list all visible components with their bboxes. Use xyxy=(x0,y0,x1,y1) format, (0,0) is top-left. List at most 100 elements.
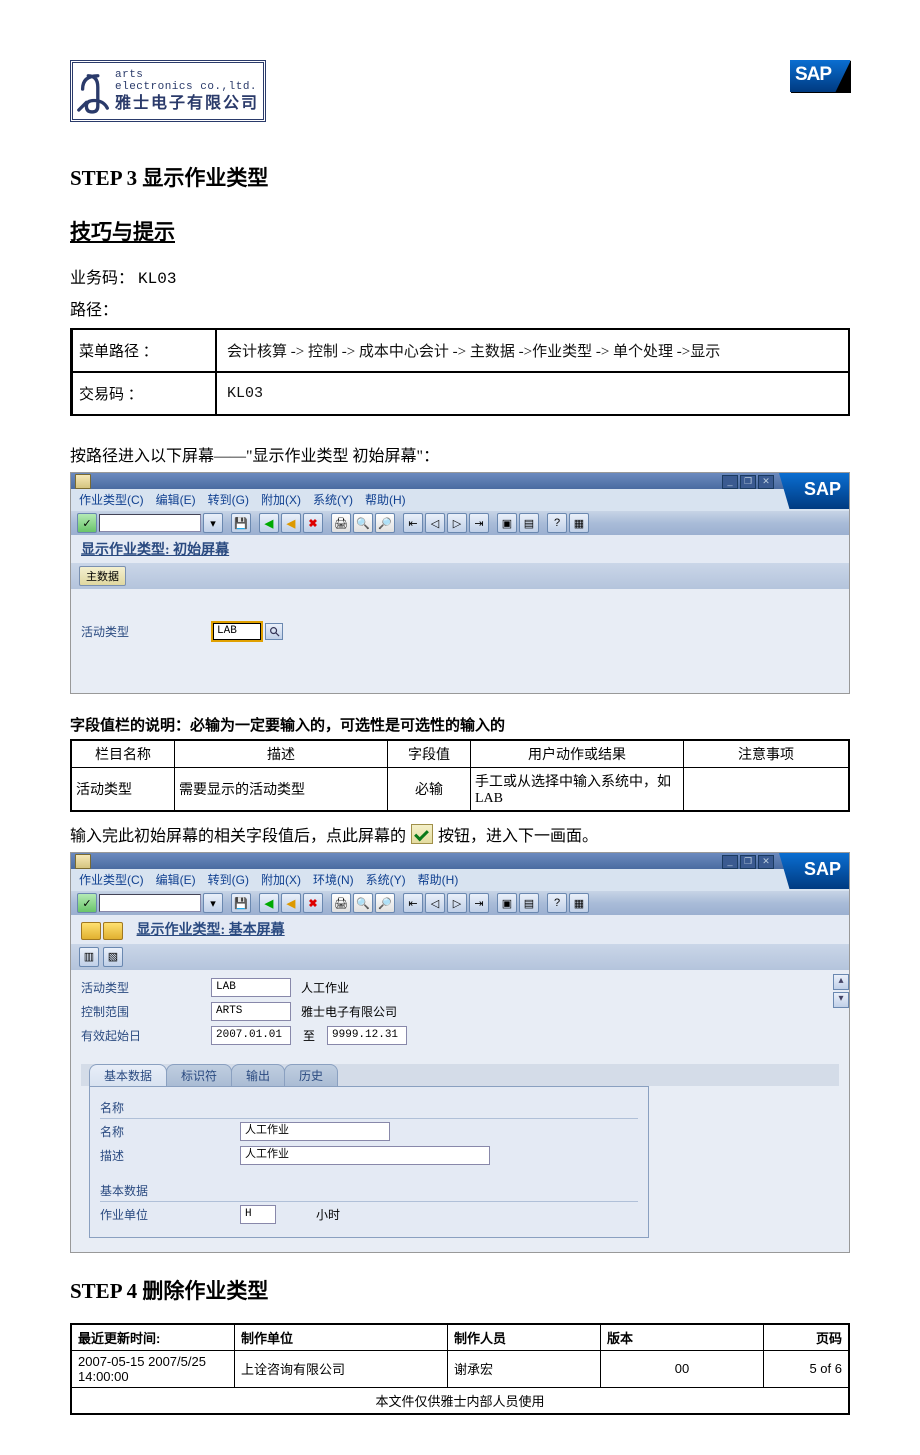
scroll-up-icon[interactable]: ▴ xyxy=(833,974,849,990)
section-name: 名称 xyxy=(100,1099,638,1119)
minimize-icon[interactable]: _ xyxy=(722,855,738,869)
step3-heading: STEP 3 显示作业类型 xyxy=(70,162,850,192)
help-icon[interactable]: ? xyxy=(547,513,567,533)
dropdown-icon[interactable]: ▾ xyxy=(203,513,223,533)
desc-field[interactable]: 人工作业 xyxy=(240,1146,490,1165)
valid-from-field[interactable]: 2007.01.01 xyxy=(211,1026,291,1045)
tcode-label: 交易码 ： xyxy=(72,372,217,415)
tab-output[interactable]: 输出 xyxy=(231,1064,285,1086)
prev-page-icon[interactable]: ◁ xyxy=(425,893,445,913)
sap-menubar[interactable]: 作业类型(C)编辑(E)转到(G)附加(X)环境(N)系统(Y)帮助(H) xyxy=(71,869,849,891)
tcode-value: KL03 xyxy=(216,372,849,415)
after-input-note: 输入完此初始屏幕的相关字段值后，点此屏幕的 按钮，进入下一画面。 xyxy=(70,822,850,846)
nav-next-icon[interactable] xyxy=(103,922,123,940)
print-icon[interactable]: 🖨 xyxy=(331,513,351,533)
control-area-field[interactable]: ARTS xyxy=(211,1002,291,1021)
logo-en-line1: arts xyxy=(115,69,263,81)
find-icon[interactable]: 🔍 xyxy=(353,513,373,533)
new-session-icon[interactable]: ▣ xyxy=(497,513,517,533)
activity-type-label: 活动类型 xyxy=(81,623,211,640)
exit-icon[interactable]: ◀ xyxy=(281,893,301,913)
first-page-icon[interactable]: ⇤ xyxy=(403,513,423,533)
next-page-icon[interactable]: ▷ xyxy=(447,893,467,913)
activity-type-input[interactable]: LAB xyxy=(211,621,263,642)
layout-icon[interactable]: ▦ xyxy=(569,893,589,913)
search-help-icon[interactable] xyxy=(265,623,283,640)
unit-field[interactable]: H xyxy=(240,1205,276,1224)
close-icon[interactable]: ✕ xyxy=(758,855,774,869)
enter-icon[interactable]: ✓ xyxy=(77,513,97,533)
shortcut-icon[interactable]: ▤ xyxy=(519,513,539,533)
maximize-icon[interactable]: ❐ xyxy=(740,855,756,869)
table-row: 活动类型 需要显示的活动类型 必输 手工或从选择中输入系统中，如 LAB xyxy=(71,768,849,812)
prev-page-icon[interactable]: ◁ xyxy=(425,513,445,533)
help-icon[interactable]: ? xyxy=(547,893,567,913)
company-logo: arts electronics co.,ltd. 雅士电子有限公司 xyxy=(70,60,266,122)
field-explain-table: 栏目名称 描述 字段值 用户动作或结果 注意事项 活动类型 需要显示的活动类型 … xyxy=(70,739,850,812)
field-explain-title: 字段值栏的说明：必输为一定要输入的，可选性是可选性的输入的 xyxy=(70,714,850,735)
layout-icon[interactable]: ▦ xyxy=(569,513,589,533)
valid-to-field[interactable]: 9999.12.31 xyxy=(327,1026,407,1045)
first-page-icon[interactable]: ⇤ xyxy=(403,893,423,913)
drilldown-icon[interactable]: ▥ xyxy=(79,947,99,967)
name-field[interactable]: 人工作业 xyxy=(240,1122,390,1141)
sap-toolbar: ✓ ▾ 💾 ◀ ◀ ✖ 🖨 🔍 🔎 ⇤ ◁ ▷ ⇥ ▣ ▤ ? ▦ xyxy=(71,891,849,915)
section-basic-data: 基本数据 xyxy=(100,1182,638,1202)
scroll-down-icon[interactable]: ▾ xyxy=(833,992,849,1008)
new-session-icon[interactable]: ▣ xyxy=(497,893,517,913)
find-icon[interactable]: 🔍 xyxy=(353,893,373,913)
last-page-icon[interactable]: ⇥ xyxy=(469,893,489,913)
tab-history[interactable]: 历史 xyxy=(284,1064,338,1086)
shortcut-icon[interactable]: ▤ xyxy=(519,893,539,913)
dropdown-icon[interactable]: ▾ xyxy=(203,893,223,913)
footer-note: 本文件仅供雅士内部人员使用 xyxy=(71,1387,849,1414)
sap-logo: SAP xyxy=(790,60,850,92)
command-field[interactable] xyxy=(99,514,201,532)
enter-screen-note: 按路径进入以下屏幕——"显示作业类型 初始屏幕"： xyxy=(70,442,850,466)
biz-code-line: 业务码： KL03 xyxy=(70,264,850,288)
sap-app-logo: SAP xyxy=(779,473,849,509)
cancel-icon[interactable]: ✖ xyxy=(303,893,323,913)
cancel-icon[interactable]: ✖ xyxy=(303,513,323,533)
check-icon xyxy=(411,824,433,844)
path-table: 菜单路径 ： 会计核算 -> 控制 -> 成本中心会计 -> 主数据 ->作业类… xyxy=(70,328,850,416)
exit-icon[interactable]: ◀ xyxy=(281,513,301,533)
sap-screenshot-initial: SAP _ ❐ ✕ 作业类型(C)编辑(E)转到(G)附加(X)系统(Y)帮助(… xyxy=(70,472,850,694)
enter-icon[interactable]: ✓ xyxy=(77,893,97,913)
sap-toolbar: ✓ ▾ 💾 ◀ ◀ ✖ 🖨 🔍 🔎 ⇤ ◁ ▷ ⇥ ▣ ▤ ? ▦ xyxy=(71,511,849,535)
path-label: 路径： xyxy=(70,296,850,320)
next-page-icon[interactable]: ▷ xyxy=(447,513,467,533)
menu-path-value: 会计核算 -> 控制 -> 成本中心会计 -> 主数据 ->作业类型 -> 单个… xyxy=(216,329,849,372)
close-icon[interactable]: ✕ xyxy=(758,475,774,489)
find-next-icon[interactable]: 🔎 xyxy=(375,893,395,913)
footer-table: 最近更新时间: 制作单位 制作人员 版本 页码 2007-05-15 2007/… xyxy=(70,1323,850,1415)
activity-type-field[interactable]: LAB xyxy=(211,978,291,997)
sap-screen-title: 显示作业类型: 基本屏幕 xyxy=(71,915,849,944)
tab-basic-data[interactable]: 基本数据 xyxy=(89,1064,167,1086)
print-icon[interactable]: 🖨 xyxy=(331,893,351,913)
save-icon[interactable]: 💾 xyxy=(231,893,251,913)
system-menu-icon[interactable] xyxy=(75,854,91,869)
step4-heading: STEP 4 删除作业类型 xyxy=(70,1275,850,1305)
nav-prev-icon[interactable] xyxy=(81,922,101,940)
find-next-icon[interactable]: 🔎 xyxy=(375,513,395,533)
main-data-button[interactable]: 主数据 xyxy=(79,566,126,586)
sap-screen-title: 显示作业类型: 初始屏幕 xyxy=(71,535,849,563)
menu-path-label: 菜单路径 ： xyxy=(72,329,217,372)
back-icon[interactable]: ◀ xyxy=(259,893,279,913)
sap-menubar[interactable]: 作业类型(C)编辑(E)转到(G)附加(X)系统(Y)帮助(H) xyxy=(71,489,849,511)
sap-app-logo: SAP xyxy=(779,853,849,889)
maximize-icon[interactable]: ❐ xyxy=(740,475,756,489)
page-header: arts electronics co.,ltd. 雅士电子有限公司 SAP xyxy=(70,60,850,122)
tips-heading: 技巧与提示 xyxy=(70,216,850,246)
system-menu-icon[interactable] xyxy=(75,474,91,489)
save-icon[interactable]: 💾 xyxy=(231,513,251,533)
detail-tabs: 基本数据 标识符 输出 历史 xyxy=(81,1064,839,1086)
overview-icon[interactable]: ▧ xyxy=(103,947,123,967)
logo-cn: 雅士电子有限公司 xyxy=(115,95,263,113)
tab-identifier[interactable]: 标识符 xyxy=(166,1064,232,1086)
command-field[interactable] xyxy=(99,894,201,912)
last-page-icon[interactable]: ⇥ xyxy=(469,513,489,533)
minimize-icon[interactable]: _ xyxy=(722,475,738,489)
back-icon[interactable]: ◀ xyxy=(259,513,279,533)
